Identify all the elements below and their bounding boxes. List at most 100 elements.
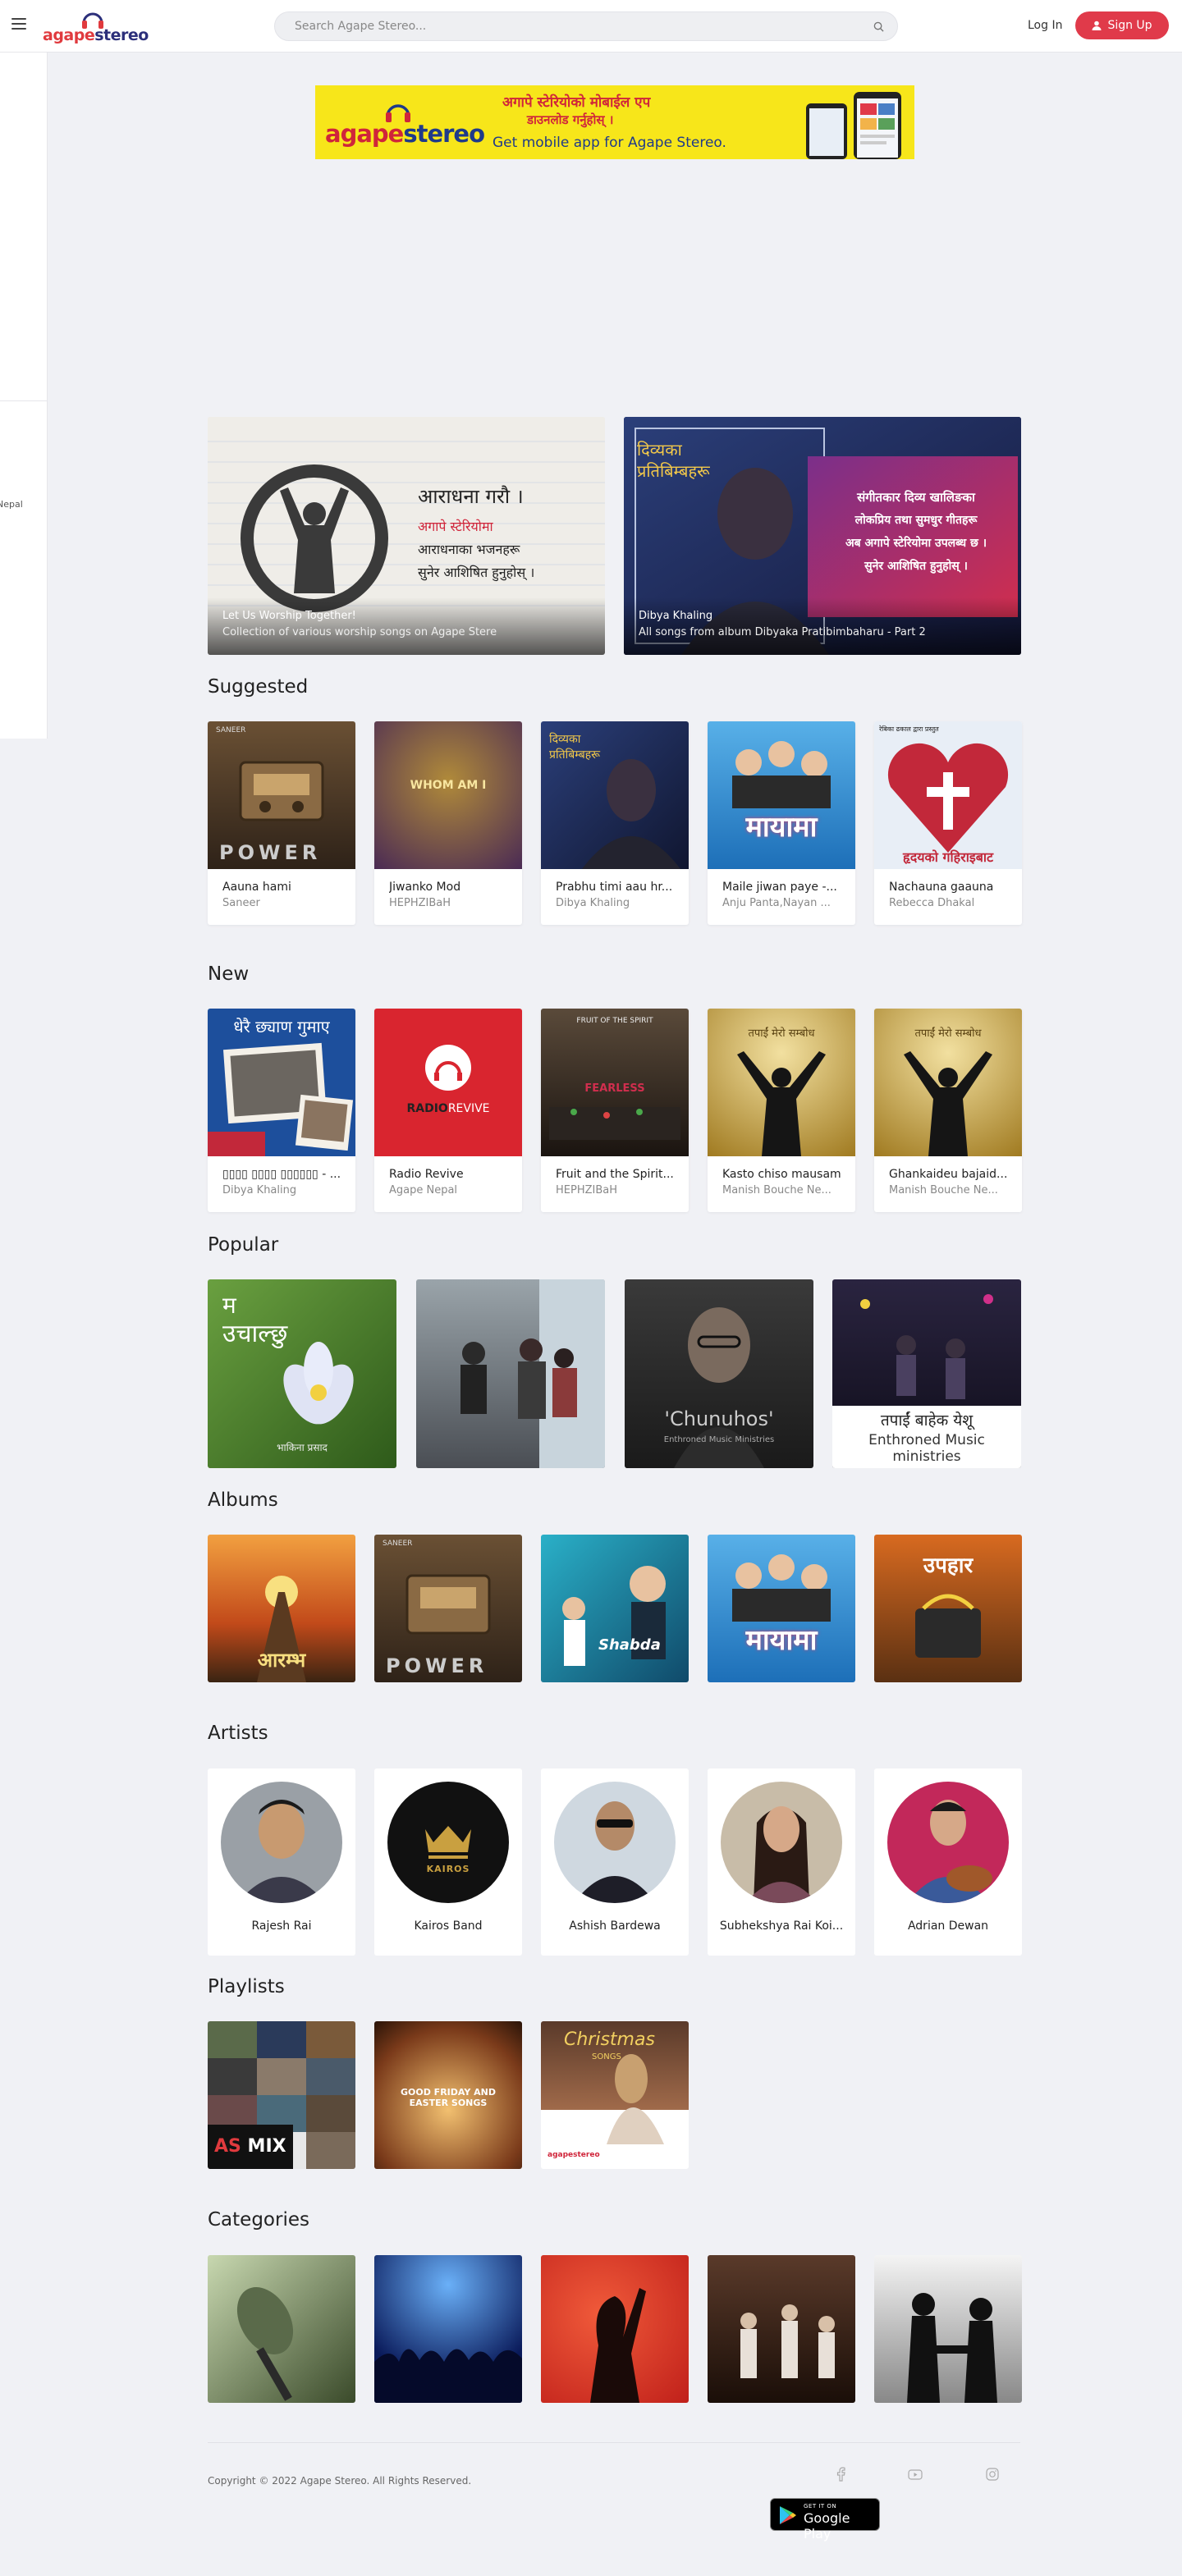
facebook-icon[interactable]: [833, 2466, 850, 2482]
album-art: WHOM AM I: [374, 721, 522, 869]
featured-art-line-1: दिव्यका: [637, 440, 682, 460]
album-art: तपाईं मेरो सम्बोध: [708, 1009, 855, 1156]
featured-subtitle: All songs from album Dibyaka Pratibimbah…: [639, 626, 926, 638]
search-icon[interactable]: [873, 21, 884, 32]
song-card[interactable]: WHOM AM I Jiwanko Mod HEPHZIBaH: [374, 721, 522, 925]
category-item[interactable]: [708, 2255, 855, 2403]
album-item[interactable]: मायामा: [708, 1535, 855, 1682]
song-card[interactable]: SANEER POWER Aauna hami Saneer: [208, 721, 355, 925]
song-title: Kasto chiso mausam: [722, 1168, 841, 1181]
mobile-app-banner[interactable]: agapestereo अगापे स्टेरियोको मोबाईल एप ड…: [315, 85, 914, 159]
song-title: Jiwanko Mod: [389, 881, 461, 894]
search-bar[interactable]: [274, 11, 898, 41]
featured-art-line-3: संगीतकार दिव्य खालिङका: [857, 490, 975, 505]
featured-title: Let Us Worship Together!: [222, 610, 356, 622]
banner-logo-text: agapestereo: [325, 120, 485, 148]
song-artist: Anju Panta,Nayan ...: [722, 897, 831, 909]
song-title: Prabhu timi aau hr...: [556, 881, 673, 894]
category-item[interactable]: [541, 2255, 689, 2403]
album-item[interactable]: Shabda: [541, 1535, 689, 1682]
artist-card[interactable]: Subhekshya Rai Koi...: [708, 1768, 855, 1956]
song-card[interactable]: RADIOREVIVE Radio Revive Agape Nepal: [374, 1009, 522, 1212]
album-art: रेबिका ढकाल द्वारा प्रस्तुत हृदयको गहिरा…: [874, 721, 1022, 869]
section-title-new: New: [208, 963, 250, 985]
featured-subtitle: Collection of various worship songs on A…: [222, 626, 497, 638]
phone-mockup-image: [806, 92, 901, 159]
section-title-categories: Categories: [208, 2209, 309, 2231]
footer-divider: [208, 2442, 1020, 2443]
song-artist: Manish Bouche Ne...: [889, 1184, 998, 1196]
popular-item[interactable]: [416, 1279, 605, 1468]
section-title-popular: Popular: [208, 1234, 279, 1256]
song-artist: HEPHZIBaH: [556, 1184, 618, 1196]
instagram-icon[interactable]: [984, 2466, 1001, 2482]
banner-tagline: Get mobile app for Agape Stereo.: [492, 135, 726, 151]
gplay-top-text: GET IT ON: [804, 2503, 837, 2510]
artist-name: Kairos Band: [414, 1919, 483, 1933]
album-art: RADIOREVIVE: [374, 1009, 522, 1156]
popular-item[interactable]: 'Chunuhos' Enthroned Music Ministries: [625, 1279, 813, 1468]
signup-label: Sign Up: [1107, 19, 1152, 32]
signup-button[interactable]: Sign Up: [1075, 11, 1169, 39]
banner-headline: अगापे स्टेरियोको मोबाईल एप: [502, 94, 651, 111]
album-art: FRUIT OF THE SPIRIT FEARLESS: [541, 1009, 689, 1156]
featured-dibya-card[interactable]: दिव्यका प्रतिबिम्बहरू संगीतकार दिव्य खाल…: [624, 417, 1021, 655]
song-artist: Agape Nepal: [389, 1184, 458, 1196]
side-region-text: Nepal: [0, 499, 23, 510]
song-title: Radio Revive: [389, 1168, 464, 1181]
search-input[interactable]: [295, 12, 853, 40]
artist-name: Adrian Dewan: [907, 1919, 989, 1933]
login-link[interactable]: Log In: [1028, 19, 1062, 32]
song-artist: Dibya Khaling: [556, 897, 630, 909]
category-item[interactable]: [874, 2255, 1022, 2403]
artist-avatar: [221, 1782, 342, 1903]
featured-title: Dibya Khaling: [639, 610, 713, 622]
album-item[interactable]: उपहार: [874, 1535, 1022, 1682]
song-card[interactable]: दिव्यका प्रतिबिम्बहरू Prabhu timi aau hr…: [541, 721, 689, 925]
featured-art-line-4: सुनेर आशिषित हुनुहोस् ।: [418, 565, 535, 580]
artist-card[interactable]: Rajesh Rai: [208, 1768, 355, 1956]
category-item[interactable]: [208, 2255, 355, 2403]
section-title-suggested: Suggested: [208, 676, 309, 698]
side-panel: Nepal: [0, 53, 48, 739]
popular-item[interactable]: तपाईं बाहेक येशू Enthroned Music ministr…: [832, 1279, 1021, 1468]
song-title: Ghankaideu bajaid...: [889, 1168, 1008, 1181]
song-title: Fruit and the Spirit...: [556, 1168, 674, 1181]
song-card[interactable]: तपाईं मेरो सम्बोध Ghankaideu bajaid... M…: [874, 1009, 1022, 1212]
song-card[interactable]: FRUIT OF THE SPIRIT FEARLESS Fruit and t…: [541, 1009, 689, 1212]
album-art: SANEER POWER: [208, 721, 355, 869]
youtube-icon[interactable]: [907, 2466, 923, 2482]
artist-name: Subhekshya Rai Koi...: [719, 1919, 844, 1933]
hamburger-menu-icon[interactable]: [11, 18, 26, 30]
featured-art-line-6: सुनेर आशिषित हुनुहोस् ।: [864, 560, 968, 573]
song-artist: Dibya Khaling: [222, 1184, 297, 1196]
song-artist: HEPHZIBaH: [389, 897, 451, 909]
artist-card[interactable]: Ashish Bardewa: [541, 1768, 689, 1956]
album-item[interactable]: SANEER POWER: [374, 1535, 522, 1682]
popular-item[interactable]: म उचाल्छु भाकिना प्रसाद: [208, 1279, 396, 1468]
featured-worship-card[interactable]: आराधना गरौ । अगापे स्टेरियोमा आराधनाका भ…: [208, 417, 605, 655]
section-title-albums: Albums: [208, 1489, 278, 1511]
playlist-item[interactable]: AS MIX: [208, 2021, 355, 2169]
site-logo[interactable]: agapestereo: [43, 8, 149, 44]
artist-name: Ashish Bardewa: [569, 1919, 661, 1933]
song-card[interactable]: रेबिका ढकाल द्वारा प्रस्तुत हृदयको गहिरा…: [874, 721, 1022, 925]
featured-art-line-3: आराधनाका भजनहरू: [418, 542, 520, 557]
section-title-artists: Artists: [208, 1723, 268, 1744]
song-card[interactable]: मायामा Maile jiwan paye -... Anju Panta,…: [708, 721, 855, 925]
copyright-text: Copyright © 2022 Agape Stereo. All Right…: [208, 2475, 472, 2487]
logo-text: agapestereo: [43, 26, 149, 44]
artist-card[interactable]: KAIROS Kairos Band: [374, 1768, 522, 1956]
playlist-item[interactable]: GOOD FRIDAY AND EASTER SONGS: [374, 2021, 522, 2169]
section-title-playlists: Playlists: [208, 1976, 285, 1997]
side-divider: [0, 400, 47, 401]
featured-art-line-2: अगापे स्टेरियोमा: [418, 519, 493, 534]
song-card[interactable]: तपाईं मेरो सम्बोध Kasto chiso mausam Man…: [708, 1009, 855, 1212]
song-artist: Rebecca Dhakal: [889, 897, 975, 909]
google-play-badge[interactable]: GET IT ON Google Play: [770, 2498, 880, 2542]
song-card[interactable]: धेरै छ्याण गुमाए ▯▯▯▯ ▯▯▯▯ ▯▯▯▯▯▯ - ... …: [208, 1009, 355, 1212]
album-item[interactable]: आरम्भ: [208, 1535, 355, 1682]
playlist-item[interactable]: Christmas SONGS agapestereo: [541, 2021, 689, 2169]
category-item[interactable]: [374, 2255, 522, 2403]
artist-card[interactable]: Adrian Dewan: [874, 1768, 1022, 1956]
